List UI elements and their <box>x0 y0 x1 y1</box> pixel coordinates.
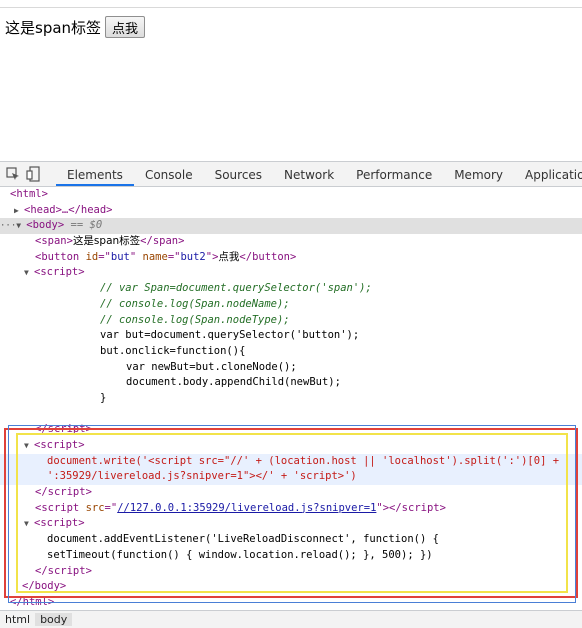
elements-tree: <html> ▶ <head>…</head> ···▼ <body> == $0 … <box>0 187 582 607</box>
code-line: // var Span=document.querySelector('span… <box>100 282 372 295</box>
device-toolbar-icon[interactable] <box>26 165 40 183</box>
code-line: ':35929/livereload.js?snipver=1"></' + '… <box>0 469 582 486</box>
tree-row-script-2-close[interactable]: </script> <box>0 485 582 501</box>
livereload-link[interactable]: //127.0.0.1:35929/livereload.js?snipver=… <box>117 502 376 514</box>
breadcrumb-body[interactable]: body <box>35 613 73 626</box>
tree-row-script-1[interactable]: ▼ <script> <box>0 265 582 281</box>
code-line: } <box>100 391 107 404</box>
breadcrumb: html body <box>0 610 582 628</box>
tab-performance[interactable]: Performance <box>345 162 443 186</box>
click-me-button[interactable]: 点我 <box>105 16 146 38</box>
tree-row-html-close[interactable]: </html> <box>0 595 582 607</box>
code-line: document.body.appendChild(newBut); <box>126 376 341 389</box>
tree-row-script-2[interactable]: ▼ <script> <box>0 438 582 454</box>
tab-application[interactable]: Application <box>514 162 582 186</box>
tree-row-livereload-script[interactable]: <script src="//127.0.0.1:35929/livereloa… <box>0 501 582 517</box>
more-options-icon[interactable]: ··· <box>0 221 16 231</box>
tree-row-button[interactable]: <button id="but" name="but2">点我</button> <box>0 250 582 266</box>
tree-row-head[interactable]: ▶ <head>…</head> <box>0 203 582 219</box>
tab-elements[interactable]: Elements <box>56 162 134 186</box>
code-line: var but=document.querySelector('button')… <box>100 329 360 342</box>
code-line: setTimeout(function() { window.location.… <box>47 548 433 561</box>
breadcrumb-html[interactable]: html <box>0 613 35 626</box>
tab-network[interactable]: Network <box>273 162 345 186</box>
tree-row-body[interactable]: ···▼ <body> == $0 <box>0 218 582 235</box>
collapse-triangle-icon[interactable]: ▼ <box>16 218 26 234</box>
tree-row-body-close[interactable]: </body> <box>0 579 582 595</box>
expand-triangle-icon[interactable]: ▶ <box>14 203 24 219</box>
devtools-toolbar: Elements Console Sources Network Perform… <box>0 162 582 187</box>
span-element: 这是span标签 <box>5 18 102 37</box>
collapse-triangle-icon[interactable]: ▼ <box>24 265 34 281</box>
tree-row-span[interactable]: <span>这是span标签</span> <box>0 234 582 250</box>
tab-console[interactable]: Console <box>134 162 204 186</box>
tree-row-script-3-close[interactable]: </script> <box>0 564 582 580</box>
rendered-page: 这是span标签 点我 <box>5 16 146 38</box>
devtools-panel: Elements Console Sources Network Perform… <box>0 161 582 628</box>
page-top-divider <box>0 7 582 8</box>
tab-sources[interactable]: Sources <box>204 162 273 186</box>
code-line: document.addEventListener('LiveReloadDis… <box>47 533 439 546</box>
code-line: // console.log(Span.nodeType); <box>100 313 290 326</box>
code-line: but.onclick=function(){ <box>100 344 246 357</box>
code-line: var newBut=but.cloneNode(); <box>126 360 297 373</box>
code-line: // console.log(Span.nodeName); <box>100 297 290 310</box>
tree-row-script-3[interactable]: ▼ <script> <box>0 516 582 532</box>
code-line: document.write('<script src="//' + (loca… <box>0 453 582 470</box>
collapse-triangle-icon[interactable]: ▼ <box>24 516 34 532</box>
tree-row-html[interactable]: <html> <box>0 187 582 203</box>
inspect-element-icon[interactable] <box>6 165 20 183</box>
collapse-triangle-icon[interactable]: ▼ <box>24 438 34 454</box>
tree-row-script-1-close[interactable]: </script> <box>0 422 582 438</box>
tab-memory[interactable]: Memory <box>443 162 514 186</box>
